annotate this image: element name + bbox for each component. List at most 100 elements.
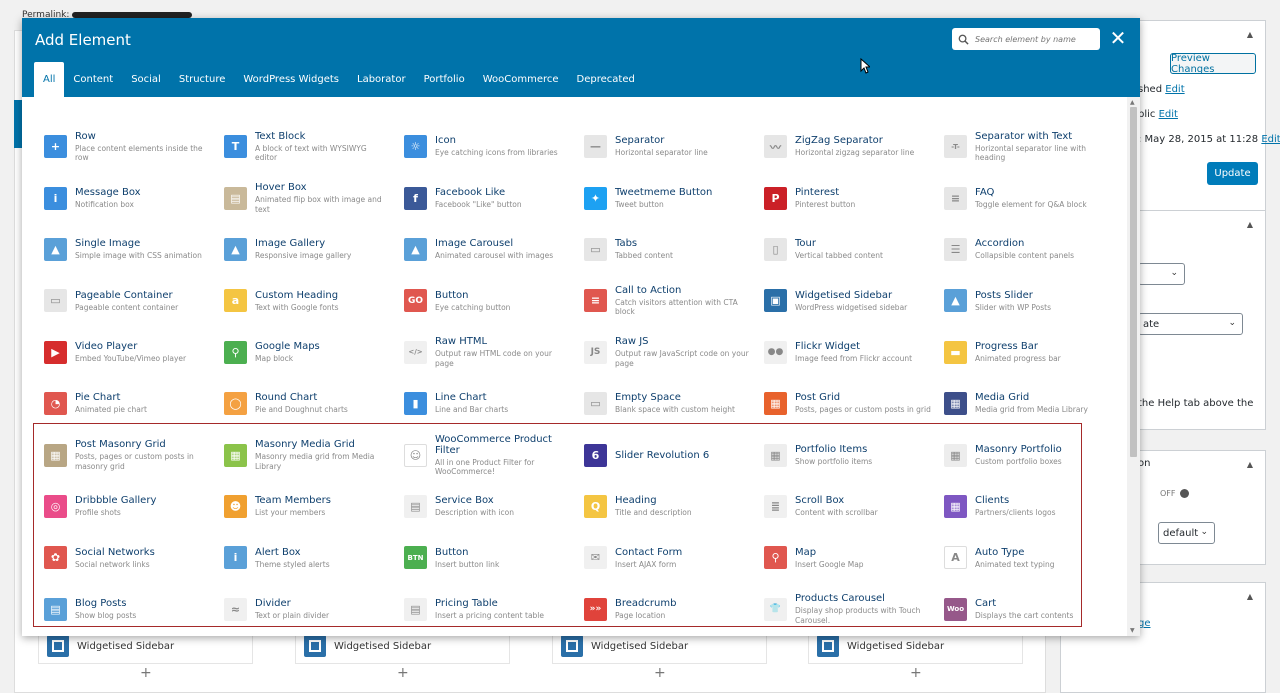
element-item[interactable]: 👕 Products Carousel Display shop products … [755, 584, 935, 635]
element-item[interactable]: ▦ Post Grid Posts, pages or custom posts i… [755, 378, 935, 429]
element-item[interactable]: ⚲ Map Insert Google Map [755, 532, 935, 583]
element-item[interactable]: f Facebook Like Facebook "Like" button [395, 172, 575, 223]
element-item[interactable]: ◯ Round Chart Pie and Doughnut charts [215, 378, 395, 429]
add-element-plus-icon[interactable]: + [397, 665, 409, 681]
element-item[interactable]: 〰 ZigZag Separator Horizontal zigzag separ… [755, 121, 935, 172]
add-element-plus-icon[interactable]: + [654, 665, 666, 681]
element-item[interactable]: ✦ Tweetmeme Button Tweet button [575, 172, 755, 223]
element-item[interactable]: ◎ Dribbble Gallery Profile shots [35, 481, 215, 532]
element-item[interactable]: a Custom Heading Text with Google fonts [215, 275, 395, 326]
element-item[interactable]: i Message Box Notification box [35, 172, 215, 223]
element-item[interactable]: ☺ WooCommerce Product Filter All in one Pr… [395, 429, 575, 480]
element-item[interactable]: i Alert Box Theme styled alerts [215, 532, 395, 583]
element-name: Custom Heading [255, 289, 339, 301]
add-element-plus-icon[interactable]: + [140, 665, 152, 681]
element-item[interactable]: ✉ Contact Form Insert AJAX form [575, 532, 755, 583]
modal-scrollbar[interactable]: ▲ ▼ [1127, 97, 1140, 636]
element-item[interactable]: A Auto Type Animated text typing [935, 532, 1115, 583]
default-select[interactable]: default ⌄ [1158, 522, 1215, 544]
element-item[interactable]: ▲ Posts Slider Slider with WP Posts [935, 275, 1115, 326]
element-item[interactable]: ▭ Tabs Tabbed content [575, 224, 755, 275]
tab-all[interactable]: All [34, 62, 65, 97]
element-item[interactable]: JS Raw JS Output raw JavaScript code on yo… [575, 327, 755, 378]
scroll-down-arrow-icon[interactable]: ▼ [1130, 627, 1135, 634]
progress-bar-icon: ▬ [944, 340, 967, 364]
element-item[interactable]: ☻ Team Members List your members [215, 481, 395, 532]
update-button[interactable]: Update [1207, 162, 1258, 185]
add-element-plus-icon[interactable]: + [910, 665, 922, 681]
element-item[interactable]: ▮ Line Chart Line and Bar charts [395, 378, 575, 429]
element-item[interactable]: ▶ Video Player Embed YouTube/Vimeo player [35, 327, 215, 378]
element-item[interactable]: P Pinterest Pinterest button [755, 172, 935, 223]
element-item[interactable]: T Text Block A block of text with WYSIWYG … [215, 121, 395, 172]
element-item[interactable]: ✿ Social Networks Social network links [35, 532, 215, 583]
element-item[interactable]: ▦ Post Masonry Grid Posts, pages or custom… [35, 429, 215, 480]
tab-content[interactable]: Content [64, 62, 122, 97]
element-item[interactable]: ≡ FAQ Toggle element for Q&A block [935, 172, 1115, 223]
element-item[interactable]: ▤ Service Box Description with icon [395, 481, 575, 532]
close-icon[interactable]: ✕ [1109, 27, 1127, 49]
element-item[interactable]: Q Heading Title and description [575, 481, 755, 532]
tab-woocommerce[interactable]: WooCommerce [474, 62, 568, 97]
element-item[interactable]: ▦ Clients Partners/clients logos [935, 481, 1115, 532]
element-item[interactable]: ▲ Image Gallery Responsive image gallery [215, 224, 395, 275]
tab-portfolio[interactable]: Portfolio [415, 62, 474, 97]
element-item[interactable]: -T- Separator with Text Horizontal separat… [935, 121, 1115, 172]
collapse-arrow-icon[interactable]: ▲ [1247, 592, 1253, 601]
element-name: Slider Revolution 6 [615, 449, 710, 461]
tab-structure[interactable]: Structure [170, 62, 235, 97]
element-description: Show blog posts [75, 610, 137, 620]
element-item[interactable]: BTN Button Insert button link [395, 532, 575, 583]
element-name: Contact Form [615, 546, 683, 558]
parent-select[interactable]: ⌄ [1138, 263, 1185, 285]
element-item[interactable]: ≣ Scroll Box Content with scrollbar [755, 481, 935, 532]
element-item[interactable]: ▭ Empty Space Blank space with custom heig… [575, 378, 755, 429]
tab-laborator[interactable]: Laborator [348, 62, 415, 97]
element-item[interactable]: ▯ Tour Vertical tabbed content [755, 224, 935, 275]
element-item[interactable]: ☰ Accordion Collapsible content panels [935, 224, 1115, 275]
tab-social[interactable]: Social [122, 62, 170, 97]
element-item[interactable]: ▤ Hover Box Animated flip box with image a… [215, 172, 395, 223]
edit-status-link[interactable]: Edit [1165, 84, 1184, 95]
element-item[interactable]: + Row Place content elements inside the ro… [35, 121, 215, 172]
element-item[interactable]: GO Button Eye catching button [395, 275, 575, 326]
element-item[interactable]: ▤ Pricing Table Insert a pricing content t… [395, 584, 575, 635]
element-item[interactable]: ☼ Icon Eye catching icons from libraries [395, 121, 575, 172]
element-item[interactable]: ●● Flickr Widget Image feed from Flickr ac… [755, 327, 935, 378]
search-input[interactable] [975, 34, 1095, 44]
element-item[interactable]: Woo Cart Displays the cart contents [935, 584, 1115, 635]
element-item[interactable]: ▬ Progress Bar Animated progress bar [935, 327, 1115, 378]
tab-deprecated[interactable]: Deprecated [568, 62, 644, 97]
edit-date-link[interactable]: Edit [1261, 134, 1280, 145]
element-item[interactable]: ≡ Call to Action Catch visitors attention … [575, 275, 755, 326]
slider-revolution-icon: 6 [584, 443, 607, 467]
template-select[interactable]: ate ⌄ [1138, 313, 1243, 335]
element-item[interactable]: ▦ Media Grid Media grid from Media Library [935, 378, 1115, 429]
element-item[interactable]: ▲ Image Carousel Animated carousel with im… [395, 224, 575, 275]
collapse-arrow-icon[interactable]: ▲ [1247, 220, 1253, 229]
element-item[interactable]: ▦ Masonry Portfolio Custom portfolio boxes [935, 429, 1115, 480]
element-item[interactable]: ▤ Blog Posts Show blog posts [35, 584, 215, 635]
toggle-switch[interactable]: OFF [1160, 489, 1189, 498]
element-item[interactable]: »» Breadcrumb Page location [575, 584, 755, 635]
tab-wordpress-widgets[interactable]: WordPress Widgets [234, 62, 348, 97]
element-item[interactable]: ▦ Masonry Media Grid Masonry media grid fr… [215, 429, 395, 480]
search-box[interactable] [952, 28, 1100, 50]
element-item[interactable]: ⚲ Google Maps Map block [215, 327, 395, 378]
element-item[interactable]: </> Raw HTML Output raw HTML code on your … [395, 327, 575, 378]
element-item[interactable]: ≈ Divider Text or plain divider [215, 584, 395, 635]
collapse-arrow-icon[interactable]: ▲ [1247, 460, 1253, 469]
element-name: Pricing Table [435, 597, 498, 609]
edit-visibility-link[interactable]: Edit [1159, 109, 1178, 120]
element-item[interactable]: ▭ Pageable Container Pageable content cont… [35, 275, 215, 326]
element-item[interactable]: 6 Slider Revolution 6 [575, 429, 755, 480]
collapse-arrow-icon[interactable]: ▲ [1247, 30, 1253, 39]
element-item[interactable]: ▦ Portfolio Items Show portfolio items [755, 429, 935, 480]
scroll-up-arrow-icon[interactable]: ▲ [1130, 99, 1135, 106]
element-item[interactable]: ◔ Pie Chart Animated pie chart [35, 378, 215, 429]
preview-changes-button[interactable]: Preview Changes [1170, 53, 1256, 75]
element-item[interactable]: ▣ Widgetised Sidebar WordPress widgetised … [755, 275, 935, 326]
element-item[interactable]: ▲ Single Image Simple image with CSS anima… [35, 224, 215, 275]
element-item[interactable]: — Separator Horizontal separator line [575, 121, 755, 172]
scrollbar-thumb[interactable] [1130, 107, 1137, 457]
